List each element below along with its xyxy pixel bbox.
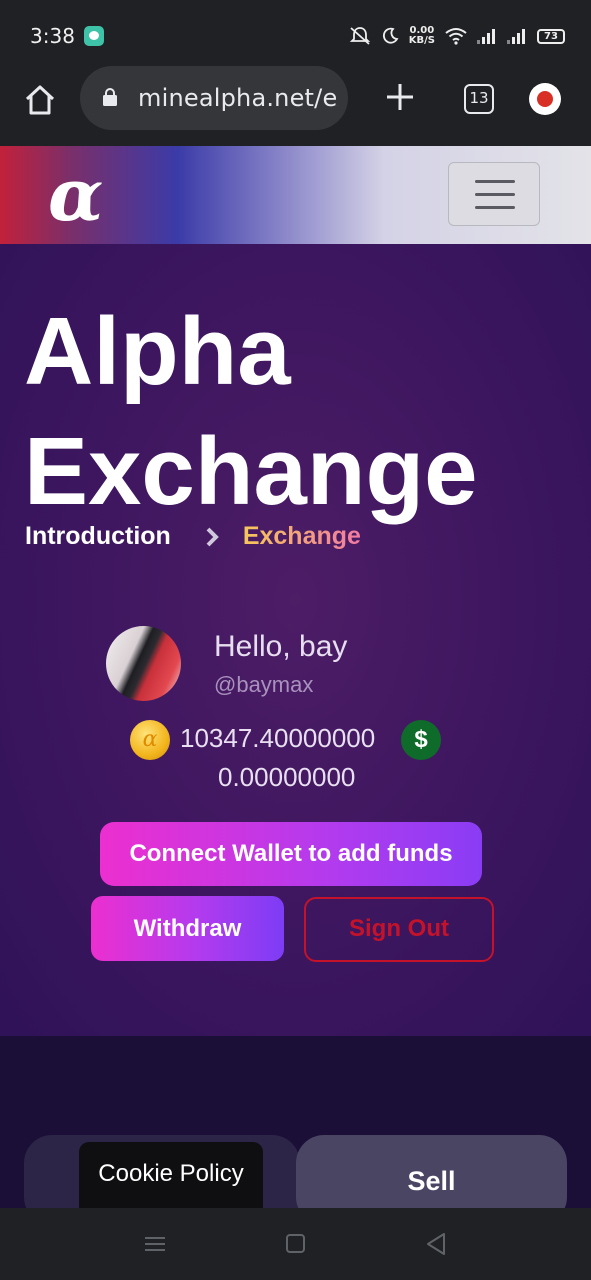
status-icons: 0.00 KB/S 73 (349, 22, 565, 50)
chat-app-icon (84, 26, 104, 46)
dollar-balance: 0.00000000 (218, 762, 356, 792)
site-header: α (0, 146, 591, 244)
mute-bell-icon (349, 27, 370, 45)
status-bar: 3:38 0.00 KB/S 73 (0, 0, 591, 70)
page-title-line-2: Exchange (24, 418, 478, 525)
recent-apps-icon[interactable] (145, 1235, 165, 1253)
alpha-logo[interactable]: α (48, 156, 103, 234)
tab-switcher-button[interactable]: 13 (464, 84, 494, 114)
moon-icon (382, 27, 399, 44)
sign-out-button[interactable]: Sign Out (304, 897, 494, 962)
cookie-policy-button[interactable]: Cookie Policy (79, 1142, 263, 1208)
home-nav-icon[interactable] (286, 1234, 305, 1253)
system-nav-bar (0, 1208, 591, 1280)
home-icon[interactable] (22, 82, 58, 118)
breadcrumb-exchange: Exchange (242, 522, 361, 550)
hamburger-menu-button[interactable] (448, 162, 540, 226)
browser-toolbar: minealpha.net/ex 13 (0, 66, 591, 146)
username: @baymax (214, 672, 314, 697)
connect-wallet-button[interactable]: Connect Wallet to add funds (100, 822, 482, 886)
signal-icon (507, 28, 527, 44)
url-text: minealpha.net/ex (138, 84, 338, 112)
address-bar[interactable]: minealpha.net/ex (80, 66, 348, 130)
new-tab-icon[interactable] (383, 80, 417, 114)
signal-icon (477, 28, 497, 44)
page-title-line-1: Alpha (24, 298, 291, 405)
wifi-icon (445, 28, 467, 45)
greeting: Hello, bay (214, 630, 348, 663)
coin-balance: 10347.40000000 (180, 723, 376, 753)
net-speed: 0.00 KB/S (409, 26, 435, 46)
net-speed-unit: KB/S (408, 35, 435, 46)
update-icon[interactable] (529, 83, 561, 115)
breadcrumb: Introduction Exchange (25, 522, 361, 551)
alpha-coin-icon: α (130, 720, 170, 760)
lock-icon (103, 88, 117, 106)
back-icon[interactable] (425, 1232, 447, 1256)
avatar (106, 626, 181, 701)
dollar-icon: $ (401, 720, 441, 760)
tab-sell-label: Sell (407, 1166, 456, 1196)
status-time: 3:38 (30, 24, 75, 48)
battery-icon: 73 (537, 28, 565, 44)
page-title: Alpha Exchange (24, 292, 478, 532)
chevron-right-icon (206, 527, 219, 546)
breadcrumb-introduction[interactable]: Introduction (25, 522, 171, 551)
hero-section: Alpha Exchange Introduction Exchange Hel… (0, 244, 591, 1036)
withdraw-button[interactable]: Withdraw (91, 896, 284, 961)
